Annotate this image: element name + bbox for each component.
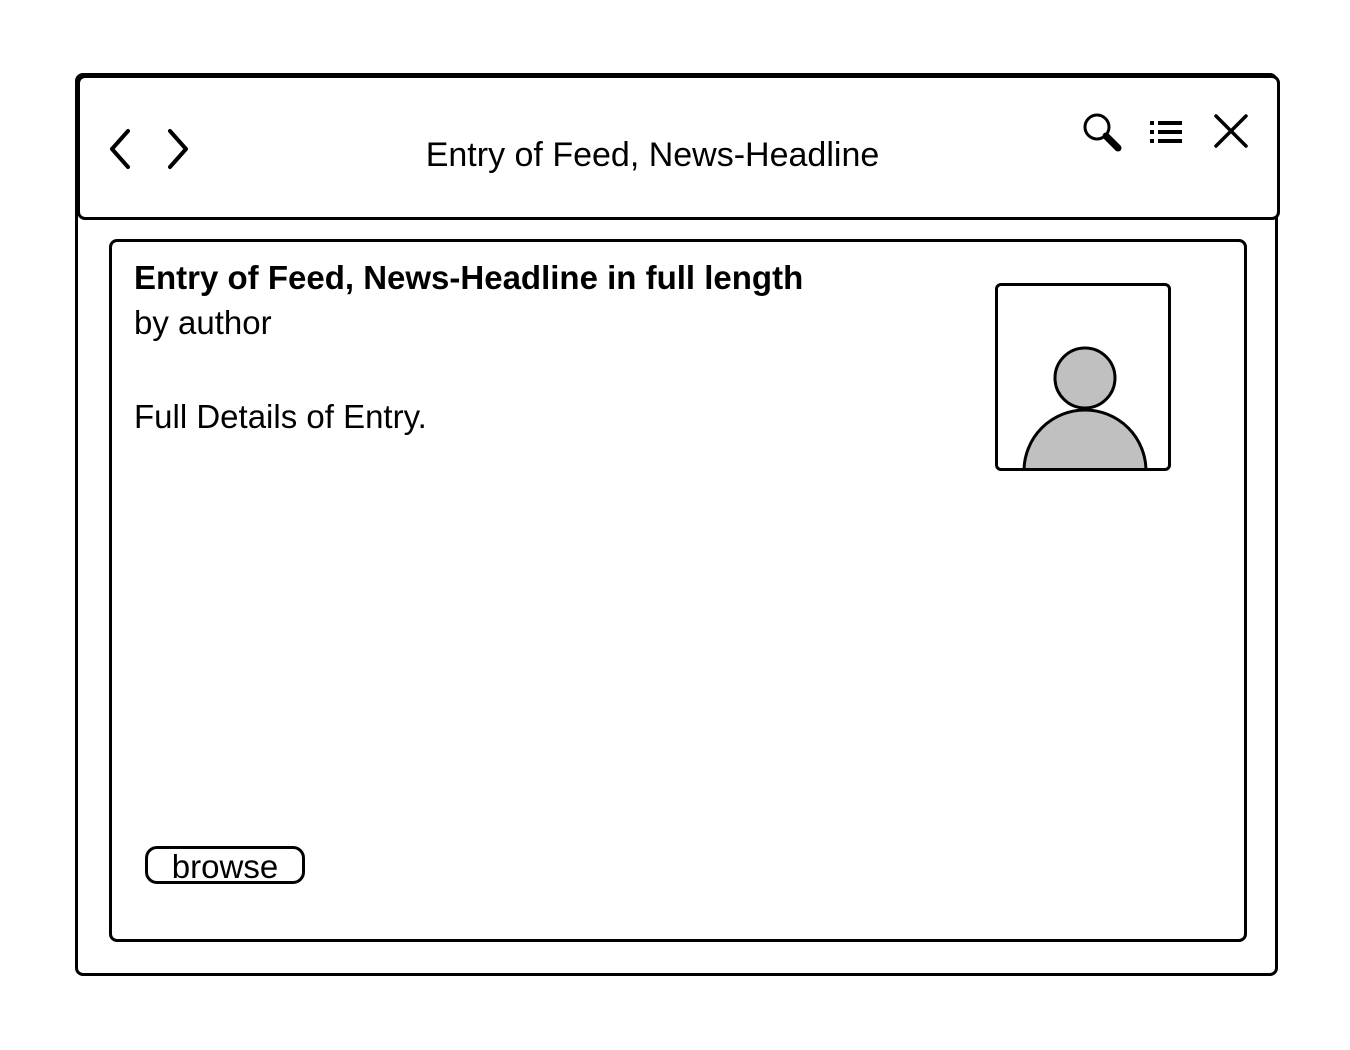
entry-byline: by author — [134, 304, 272, 341]
title-bar: Entry of Feed, News-Headline — [77, 75, 1280, 220]
entry-image — [995, 283, 1171, 471]
browse-button[interactable]: browse — [145, 846, 305, 885]
close-icon[interactable] — [1213, 113, 1249, 149]
list-icon[interactable] — [1150, 118, 1184, 146]
user-avatar-icon — [1022, 346, 1148, 468]
window-title: Entry of Feed, News-Headline — [425, 136, 880, 174]
entry-details: Full Details of Entry. — [134, 398, 427, 435]
app-window: Entry of Feed, News-Headline Entry of Fe… — [75, 73, 1280, 976]
search-icon[interactable] — [1081, 111, 1123, 153]
entry-detail-card: Entry of Feed, News-Headline in full len… — [109, 239, 1247, 942]
entry-headline: Entry of Feed, News-Headline in full len… — [134, 259, 804, 296]
